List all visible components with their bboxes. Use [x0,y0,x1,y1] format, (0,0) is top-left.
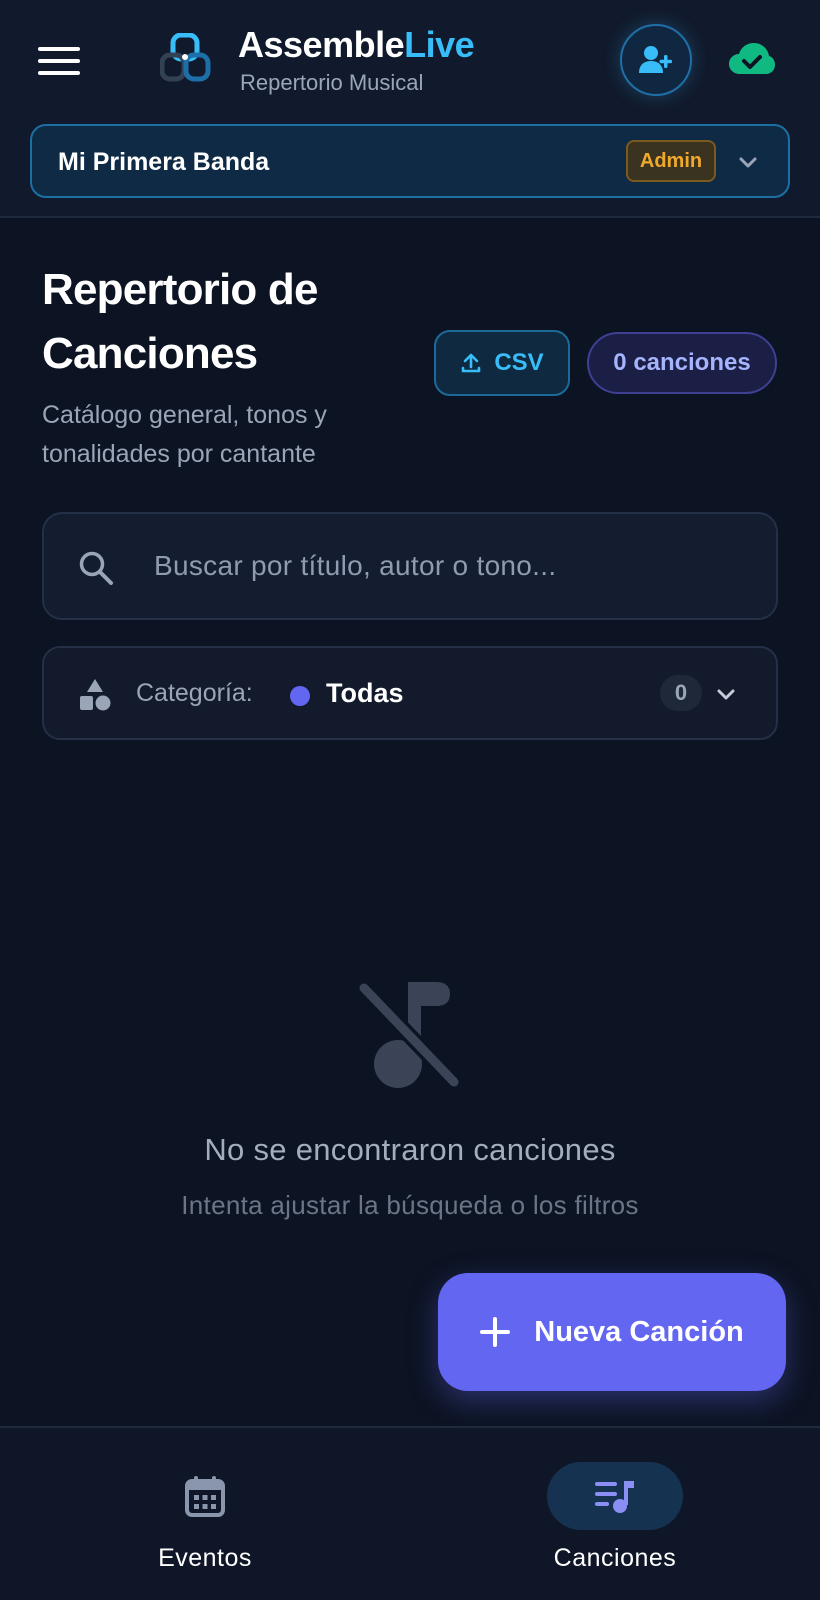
nav-label-events: Eventos [158,1544,252,1572]
app-root: AssembleLive Repertorio Musical Mi Prime… [0,0,820,1600]
category-filter[interactable]: Categoría: Todas 0 [42,646,778,740]
band-selector[interactable]: Mi Primera Banda Admin [30,124,790,198]
add-member-button[interactable] [620,24,692,96]
search-icon [79,551,113,585]
role-badge: Admin [626,140,716,182]
category-value: Todas [326,678,404,708]
app-title: AssembleLive [238,24,475,66]
song-count-badge: 0 canciones [587,332,777,394]
empty-state-subtitle: Intenta ajustar la búsqueda o los filtro… [181,1190,639,1220]
bottom-nav: Eventos Canciones [0,1426,820,1600]
category-label: Categoría: [136,679,253,707]
nav-label-songs: Canciones [553,1544,677,1572]
plus-icon [480,1317,511,1347]
app-title-part2: Live [404,24,475,65]
band-name: Mi Primera Banda [58,148,270,176]
csv-button-label: CSV [494,349,544,376]
chevron-down-icon [717,689,735,700]
new-song-button[interactable]: Nueva Canción [438,1273,786,1391]
shapes-icon [80,679,111,711]
category-count-badge: 0 [660,675,702,711]
nav-item-songs[interactable]: Canciones [410,1428,820,1600]
logo-icon [160,33,211,82]
app-header: AssembleLive Repertorio Musical Mi Prime… [0,0,820,218]
nav-item-events[interactable]: Eventos [0,1428,410,1600]
csv-upload-button[interactable]: CSV [434,330,570,396]
calendar-icon [185,1476,225,1517]
app-title-part1: Assemble [238,24,405,65]
search-box [42,512,778,620]
cloud-check-icon[interactable] [728,40,776,80]
user-plus-icon [639,46,672,73]
nav-icon-wrap-events [137,1462,273,1530]
music-off-icon [356,980,462,1090]
playlist-music-icon [595,1481,634,1513]
empty-state-title: No se encontraron canciones [204,1132,616,1167]
search-input[interactable] [154,536,754,596]
page-description: Catálogo general, tonos y tonalidades po… [42,401,327,468]
upload-icon [462,353,481,373]
category-color-dot [290,686,310,706]
nav-icon-wrap-songs [547,1462,683,1530]
chevron-down-icon [739,157,757,168]
app-subtitle: Repertorio Musical [240,70,424,95]
new-song-label: Nueva Canción [534,1315,744,1348]
page-title: Repertorio de Canciones [42,265,318,378]
menu-icon[interactable] [38,44,80,76]
